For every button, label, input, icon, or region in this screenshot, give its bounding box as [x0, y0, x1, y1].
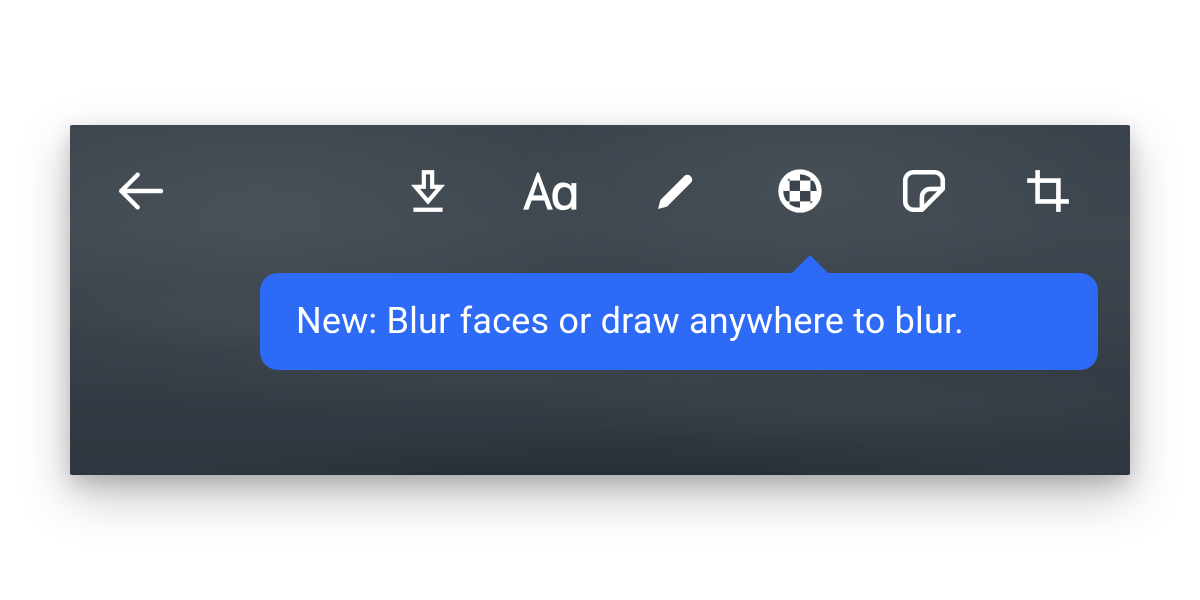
- save-button[interactable]: [386, 149, 470, 233]
- editor-preview-panel: New: Blur faces or draw anywhere to blur…: [70, 125, 1130, 475]
- back-button[interactable]: [98, 149, 182, 233]
- back-arrow-icon: [112, 163, 168, 219]
- text-icon: [519, 166, 585, 216]
- tooltip-text: New: Blur faces or draw anywhere to blur…: [296, 300, 964, 342]
- sticker-icon: [899, 166, 949, 216]
- text-tool-button[interactable]: [510, 149, 594, 233]
- blur-tool-button[interactable]: [758, 149, 842, 233]
- crop-tool-button[interactable]: [1006, 149, 1090, 233]
- blur-checker-icon: [775, 166, 825, 216]
- blur-feature-tooltip: New: Blur faces or draw anywhere to blur…: [260, 273, 1098, 370]
- pen-icon: [652, 167, 700, 215]
- toolbar-tools: [386, 149, 1102, 233]
- draw-tool-button[interactable]: [634, 149, 718, 233]
- crop-icon: [1023, 166, 1073, 216]
- download-icon: [403, 166, 453, 216]
- tooltip-arrow-icon: [790, 255, 830, 275]
- editor-toolbar: [70, 125, 1130, 233]
- sticker-tool-button[interactable]: [882, 149, 966, 233]
